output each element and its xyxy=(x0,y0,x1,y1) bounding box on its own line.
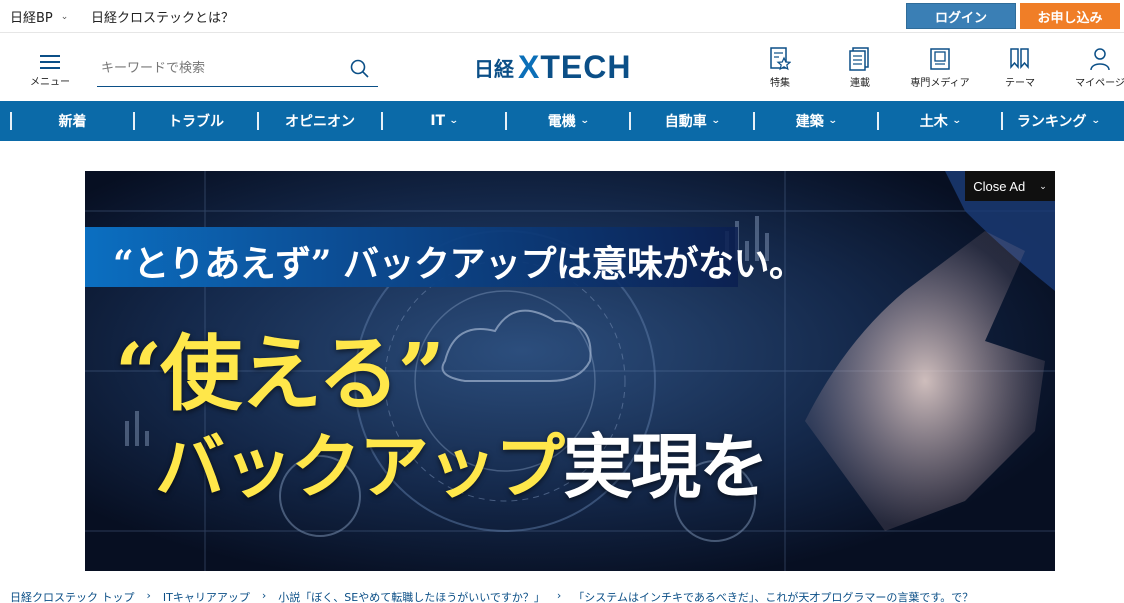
nav-divider xyxy=(10,112,12,130)
search-icon[interactable] xyxy=(350,59,370,83)
nav-series[interactable]: 連載 xyxy=(820,47,900,89)
search-box xyxy=(97,54,378,87)
bookmarks-icon xyxy=(1010,48,1029,69)
close-ad-button[interactable]: Close Ad ⌄ xyxy=(965,171,1055,201)
nav-divider xyxy=(133,112,135,130)
nav-mypage[interactable]: マイページ xyxy=(1060,47,1124,89)
chevron-right-icon: › xyxy=(261,589,267,602)
nav-opinion-label: オピニオン xyxy=(285,114,355,130)
chevron-down-icon: ⌄ xyxy=(579,116,590,126)
nav-divider xyxy=(1001,112,1003,130)
nav-civil-label: 土木 xyxy=(919,114,948,130)
top-utility-bar: 日経BP ⌄ 日経クロステックとは？ ログイン お申し込み xyxy=(0,0,1124,33)
nav-feature-label: 特集 xyxy=(770,78,790,89)
corp-label: 日経BP xyxy=(10,11,53,26)
nav-electronics[interactable]: 電機 ⌄ xyxy=(507,101,629,141)
nav-it-label: IT xyxy=(430,113,446,129)
site-header: メニュー 日経 XTECH 特集 連載 専門メディア テーマ マイページ xyxy=(0,33,1124,101)
logo-x: X xyxy=(518,49,541,85)
nav-architecture[interactable]: 建築 ⌄ xyxy=(755,101,877,141)
ad-headline-3b: 実現を xyxy=(563,425,769,508)
breadcrumb-item[interactable]: 「システムはインチキであるべきだ」、これが天才プログラマーの言葉です。で？ xyxy=(573,589,973,603)
about-link[interactable]: 日経クロステックとは？ xyxy=(91,7,234,26)
user-icon xyxy=(1090,48,1110,71)
document-icon xyxy=(849,47,869,71)
breadcrumb-item[interactable]: ITキャリアアップ xyxy=(163,589,250,603)
nav-divider xyxy=(629,112,631,130)
nav-divider xyxy=(257,112,259,130)
chevron-right-icon: › xyxy=(146,589,151,602)
site-logo[interactable]: 日経 XTECH xyxy=(474,49,631,86)
chevron-down-icon: ⌄ xyxy=(710,116,721,126)
star-doc-icon xyxy=(770,47,791,71)
nav-media[interactable]: 専門メディア xyxy=(900,47,980,89)
header-nav-icons: 特集 連載 専門メディア テーマ マイページ xyxy=(740,47,1124,89)
ad-headline-2: “使える” xyxy=(115,326,445,422)
breadcrumb: 日経クロステック トップ › ITキャリアアップ › 小説「ぼく、SEやめて転職… xyxy=(10,589,1120,603)
nav-divider xyxy=(505,112,507,130)
nav-theme-label: テーマ xyxy=(1005,78,1035,89)
nav-media-label: 専門メディア xyxy=(910,78,970,89)
ad-banner[interactable]: “とりあえず” バックアップは意味がない。 “使える” バックアップ実現を Cl… xyxy=(85,171,1055,571)
chevron-down-icon: ⌄ xyxy=(1090,116,1101,126)
nav-opinion[interactable]: オピニオン xyxy=(259,101,381,141)
chevron-right-icon: › xyxy=(556,589,562,602)
nav-divider xyxy=(381,112,383,130)
login-button[interactable]: ログイン xyxy=(906,3,1016,29)
category-nav: 新着 トラブル オピニオン IT ⌄ 電機 ⌄ 自動車 ⌄ 建築 ⌄ 土木 ⌄ ランキング… xyxy=(0,101,1124,141)
nav-theme[interactable]: テーマ xyxy=(980,47,1060,89)
corp-selector[interactable]: 日経BP ⌄ xyxy=(10,7,68,26)
nav-new[interactable]: 新着 xyxy=(12,101,133,141)
nav-series-label: 連載 xyxy=(850,78,870,89)
menu-label: メニュー xyxy=(30,77,70,88)
breadcrumb-item[interactable]: 小説「ぼく、SEやめて転職したほうがいいですか？」 xyxy=(278,589,545,603)
nav-automotive-label: 自動車 xyxy=(664,114,707,130)
apply-button[interactable]: お申し込み xyxy=(1020,3,1120,29)
menu-button[interactable]: メニュー xyxy=(27,51,73,88)
nav-trouble[interactable]: トラブル xyxy=(135,101,257,141)
breadcrumb-item[interactable]: 日経クロステック トップ xyxy=(10,589,135,603)
nav-automotive[interactable]: 自動車 ⌄ xyxy=(631,101,753,141)
chevron-down-icon: ⌄ xyxy=(448,116,459,126)
logo-nikkei: 日経 xyxy=(474,57,514,81)
nav-divider xyxy=(877,112,879,130)
nav-ranking[interactable]: ランキング ⌄ xyxy=(1003,101,1113,141)
nav-electronics-label: 電機 xyxy=(547,114,576,130)
nav-feature[interactable]: 特集 xyxy=(740,47,820,89)
nav-it[interactable]: IT ⌄ xyxy=(383,101,505,141)
ad-headline-3: バックアップ実現を xyxy=(155,411,769,512)
chevron-down-icon: ⌄ xyxy=(60,11,69,22)
logo-tech: TECH xyxy=(540,49,632,85)
ad-headline-3a: バックアップ xyxy=(155,425,565,508)
logo-xtech: XTECH xyxy=(518,49,631,86)
nav-new-label: 新着 xyxy=(58,114,87,130)
search-input[interactable] xyxy=(97,54,345,82)
nav-architecture-label: 建築 xyxy=(795,114,824,130)
ad-headline-1: “とりあえず” バックアップは意味がない。 xyxy=(113,243,805,285)
nav-mypage-label: マイページ xyxy=(1075,78,1124,89)
nav-trouble-label: トラブル xyxy=(168,114,224,130)
hamburger-icon xyxy=(40,55,60,69)
chevron-down-icon: ⌄ xyxy=(1039,180,1047,191)
nav-civil[interactable]: 土木 ⌄ xyxy=(879,101,1001,141)
nav-ranking-label: ランキング xyxy=(1016,114,1087,130)
magazine-icon xyxy=(930,48,950,70)
nav-divider xyxy=(753,112,755,130)
chevron-down-icon: ⌄ xyxy=(951,116,962,126)
close-ad-label: Close Ad xyxy=(973,178,1026,194)
chevron-down-icon: ⌄ xyxy=(827,116,838,126)
